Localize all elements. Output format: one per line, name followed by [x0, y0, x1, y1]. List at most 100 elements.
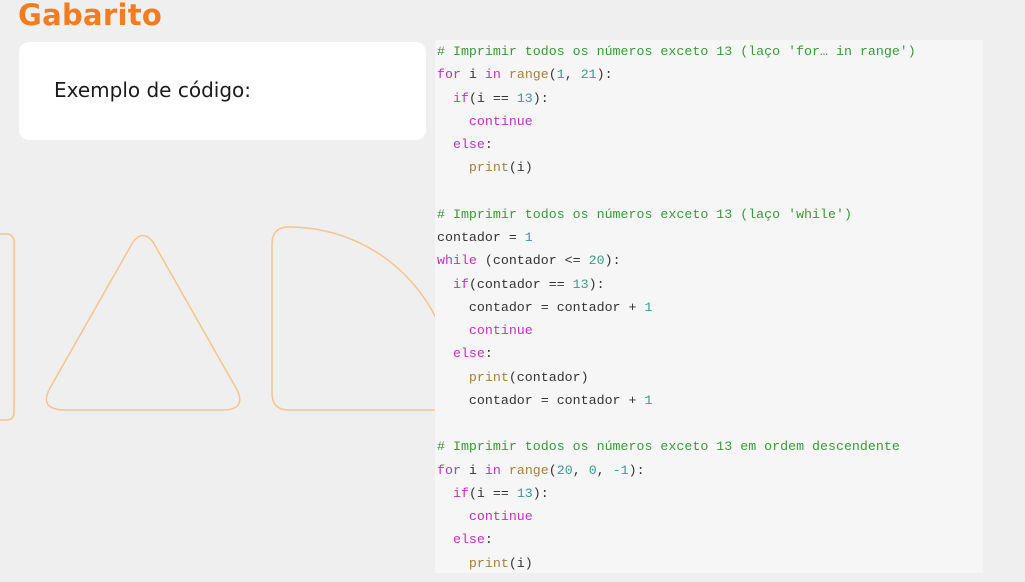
- rounded-rectangle-outline: [0, 233, 15, 421]
- code-token-keyword: for: [437, 462, 461, 478]
- code-line: # Imprimir todos os números exceto 13 (l…: [437, 40, 983, 63]
- code-token-default: (i ==: [468, 90, 517, 106]
- code-token-number: -1: [612, 462, 629, 478]
- code-line: # Imprimir todos os números exceto 13 (l…: [437, 203, 983, 226]
- code-token-comment: # Imprimir todos os números exceto 13 em…: [437, 439, 900, 455]
- code-token-default: contador = contador +: [437, 392, 645, 408]
- code-token-default: [501, 67, 509, 82]
- code-token-default: [437, 509, 469, 524]
- code-token-default: [437, 556, 469, 571]
- code-line: if(i == 13):: [437, 87, 983, 110]
- code-token-default: ):: [588, 276, 605, 292]
- code-token-default: ):: [532, 90, 549, 106]
- code-line: for i in range(1, 21):: [437, 63, 983, 86]
- code-token-number: 1: [524, 230, 533, 245]
- code-token-builtin: print: [468, 555, 509, 571]
- code-token-default: ):: [628, 462, 645, 478]
- code-token-default: (contador ==: [468, 276, 573, 292]
- code-token-default: [437, 277, 453, 292]
- code-token-default: [437, 323, 469, 338]
- code-token-keyword: continue: [468, 323, 533, 338]
- code-token-default: contador =: [437, 230, 525, 245]
- code-token-builtin: print: [468, 369, 509, 385]
- code-token-number: 13: [516, 90, 533, 106]
- code-token-default: i: [460, 67, 485, 83]
- code-line: else:: [437, 133, 983, 156]
- code-token-number: 21: [580, 67, 597, 83]
- code-token-keyword: continue: [468, 113, 533, 129]
- code-token-default: [437, 486, 453, 501]
- code-token-default: [437, 160, 469, 175]
- code-token-default: (: [548, 462, 557, 478]
- code-token-default: [437, 91, 453, 106]
- code-line: print(i): [437, 552, 983, 574]
- code-token-default: (: [548, 67, 557, 83]
- code-token-keyword: if: [452, 485, 469, 501]
- code-token-default: ):: [604, 253, 621, 269]
- code-line: contador = 1: [437, 226, 983, 249]
- code-token-comment: # Imprimir todos os números exceto 13 (l…: [437, 206, 852, 222]
- code-token-default: contador = contador +: [437, 299, 645, 315]
- code-token-number: 20: [588, 253, 605, 269]
- code-token-number: 13: [516, 485, 533, 501]
- code-token-keyword: if: [452, 276, 469, 292]
- code-line: if(contador == 13):: [437, 273, 983, 296]
- card-label: Exemplo de código:: [54, 78, 252, 102]
- code-token-default: :: [484, 137, 493, 152]
- code-token-default: i: [460, 462, 485, 478]
- code-token-default: [437, 346, 453, 361]
- code-token-default: ):: [532, 485, 549, 501]
- code-token-keyword: continue: [468, 509, 533, 524]
- code-token-default: [437, 370, 469, 385]
- code-token-keyword: for: [437, 67, 461, 83]
- code-token-keyword: in: [484, 67, 501, 83]
- code-token-default: (i): [508, 555, 533, 571]
- code-token-default: ,: [596, 462, 613, 478]
- code-example-card: Exemplo de código:: [19, 42, 426, 140]
- code-token-number: 1: [556, 67, 565, 83]
- code-line: else:: [437, 528, 983, 551]
- code-token-number: 13: [572, 276, 589, 292]
- code-token-number: 1: [644, 299, 653, 315]
- code-token-number: 20: [556, 462, 573, 478]
- code-token-default: ,: [572, 462, 589, 478]
- code-token-default: [437, 532, 453, 547]
- code-line: print(i): [437, 156, 983, 179]
- page-title: Gabarito: [18, 0, 163, 32]
- code-token-builtin: print: [468, 160, 509, 176]
- code-line: contador = contador + 1: [437, 296, 983, 319]
- code-token-default: ,: [564, 67, 581, 83]
- code-token-keyword: if: [452, 90, 469, 106]
- code-token-default: (i): [508, 160, 533, 176]
- code-token-default: :: [484, 346, 493, 362]
- code-line: continue: [437, 110, 983, 133]
- code-token-default: (i ==: [468, 485, 517, 501]
- code-token-keyword: else: [452, 532, 485, 548]
- code-line: while (contador <= 20):: [437, 249, 983, 272]
- code-token-default: (contador): [508, 369, 589, 385]
- quarter-circle-outline: [271, 226, 438, 411]
- code-token-default: ):: [596, 67, 613, 83]
- code-token-default: [437, 137, 453, 152]
- code-token-default: [437, 114, 469, 129]
- rounded-triangle-outline: [45, 234, 241, 411]
- code-line: continue: [437, 319, 983, 342]
- code-line: contador = contador + 1: [437, 389, 983, 412]
- code-token-number: 0: [588, 462, 597, 478]
- code-line: else:: [437, 342, 983, 365]
- code-line: for i in range(20, 0, -1):: [437, 459, 983, 482]
- code-line: print(contador): [437, 366, 983, 389]
- code-token-keyword: else: [452, 346, 485, 362]
- code-token-default: [501, 463, 509, 478]
- code-token-keyword: while: [437, 253, 477, 269]
- code-token-default: :: [484, 532, 493, 548]
- code-token-number: 1: [644, 392, 653, 408]
- code-line: continue: [437, 505, 983, 528]
- code-token-builtin: range: [508, 462, 549, 478]
- code-line: if(i == 13):: [437, 482, 983, 505]
- code-token-default: (contador <=: [476, 253, 589, 269]
- code-token-keyword: in: [484, 462, 501, 478]
- code-block: # Imprimir todos os números exceto 13 (l…: [435, 40, 983, 573]
